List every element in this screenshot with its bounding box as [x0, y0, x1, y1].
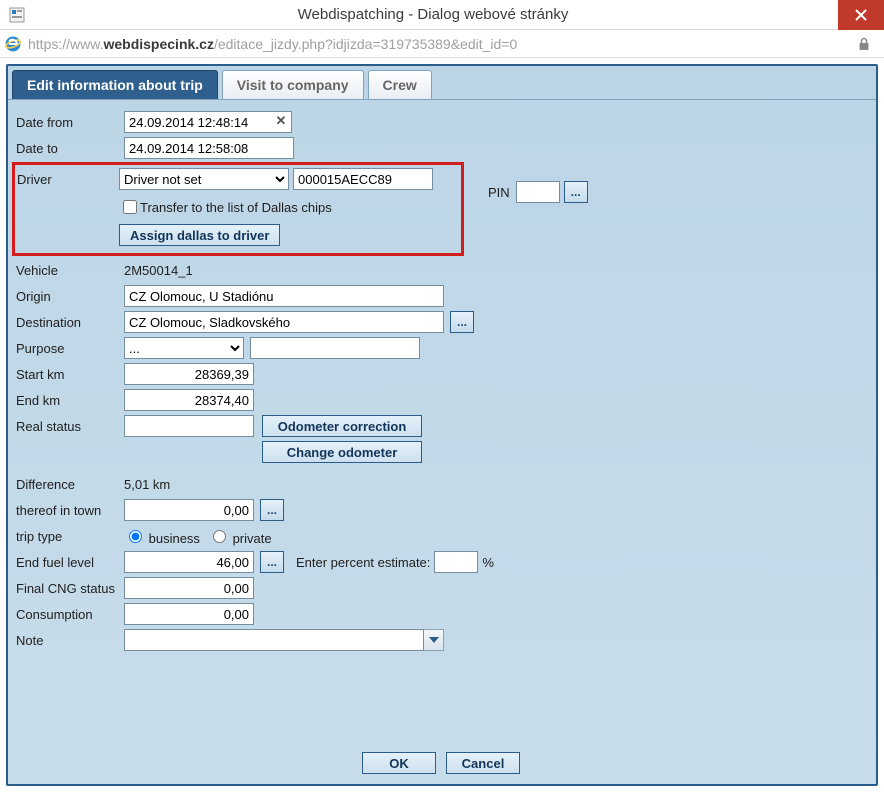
label-trip-business: business	[149, 531, 200, 546]
note-input[interactable]	[124, 629, 424, 651]
end-km-input[interactable]	[124, 389, 254, 411]
label-purpose: Purpose	[16, 341, 124, 356]
driver-select[interactable]: Driver not set	[119, 168, 289, 190]
tab-visit-company[interactable]: Visit to company	[222, 70, 364, 99]
url-text[interactable]: https://www.webdispecink.cz/editace_jizd…	[28, 36, 852, 52]
pin-lookup-button[interactable]: ...	[564, 181, 588, 203]
tab-bar: Edit information about trip Visit to com…	[8, 66, 876, 100]
app-icon	[6, 4, 28, 26]
label-start-km: Start km	[16, 367, 124, 382]
label-date-from: Date from	[16, 115, 124, 130]
window-close-button[interactable]	[838, 0, 884, 30]
label-transfer-dallas: Transfer to the list of Dallas chips	[140, 200, 332, 215]
difference-value: 5,01 km	[124, 477, 170, 492]
destination-input[interactable]	[124, 311, 444, 333]
date-from-input[interactable]	[124, 111, 292, 133]
destination-lookup-button[interactable]: ...	[450, 311, 474, 333]
thereof-lookup-button[interactable]: ...	[260, 499, 284, 521]
consumption-input[interactable]	[124, 603, 254, 625]
label-trip-private: private	[233, 531, 272, 546]
label-vehicle: Vehicle	[16, 263, 124, 278]
purpose-select[interactable]: ...	[124, 337, 244, 359]
date-to-input[interactable]	[124, 137, 294, 159]
note-dropdown-button[interactable]	[424, 629, 444, 651]
cancel-button[interactable]: Cancel	[446, 752, 520, 774]
label-end-fuel: End fuel level	[16, 555, 124, 570]
main-panel: Edit information about trip Visit to com…	[6, 64, 878, 786]
label-difference: Difference	[16, 477, 124, 492]
vehicle-value: 2M50014_1	[124, 263, 193, 278]
label-cng: Final CNG status	[16, 581, 124, 596]
driver-code-input[interactable]	[293, 168, 433, 190]
clear-date-icon[interactable]: ✕	[274, 114, 288, 128]
label-percent-estimate: Enter percent estimate:	[296, 555, 430, 570]
label-origin: Origin	[16, 289, 124, 304]
percent-estimate-input[interactable]	[434, 551, 478, 573]
label-note: Note	[16, 633, 124, 648]
lock-icon	[858, 37, 872, 51]
origin-input[interactable]	[124, 285, 444, 307]
label-destination: Destination	[16, 315, 124, 330]
label-consumption: Consumption	[16, 607, 124, 622]
address-bar: https://www.webdispecink.cz/editace_jizd…	[0, 30, 884, 58]
chevron-down-icon	[429, 637, 439, 643]
end-fuel-lookup-button[interactable]: ...	[260, 551, 284, 573]
cng-input[interactable]	[124, 577, 254, 599]
label-end-km: End km	[16, 393, 124, 408]
window-title: Webdispatching - Dialog webové stránky	[28, 6, 838, 23]
window-titlebar: Webdispatching - Dialog webové stránky	[0, 0, 884, 30]
tab-crew[interactable]: Crew	[368, 70, 432, 99]
change-odometer-button[interactable]: Change odometer	[262, 441, 422, 463]
label-date-to: Date to	[16, 141, 124, 156]
odometer-correction-button[interactable]: Odometer correction	[262, 415, 422, 437]
driver-highlight-box: Driver Driver not set Transfer to the li…	[12, 162, 464, 256]
trip-type-business-radio[interactable]	[129, 530, 142, 543]
label-thereof: thereof in town	[16, 503, 124, 518]
thereof-input[interactable]	[124, 499, 254, 521]
percent-sign: %	[482, 555, 494, 570]
label-real-status: Real status	[16, 419, 124, 434]
pin-input[interactable]	[516, 181, 560, 203]
transfer-dallas-checkbox[interactable]	[123, 200, 137, 214]
purpose-freetext-input[interactable]	[250, 337, 420, 359]
label-trip-type: trip type	[16, 529, 124, 544]
label-driver: Driver	[17, 172, 119, 187]
close-icon	[855, 9, 867, 21]
ok-button[interactable]: OK	[362, 752, 436, 774]
browser-icon	[4, 35, 22, 53]
start-km-input[interactable]	[124, 363, 254, 385]
end-fuel-input[interactable]	[124, 551, 254, 573]
real-status-input[interactable]	[124, 415, 254, 437]
assign-dallas-button[interactable]: Assign dallas to driver	[119, 224, 280, 246]
tab-edit-trip[interactable]: Edit information about trip	[12, 70, 218, 99]
label-pin: PIN	[488, 185, 510, 200]
trip-type-private-radio[interactable]	[213, 530, 226, 543]
